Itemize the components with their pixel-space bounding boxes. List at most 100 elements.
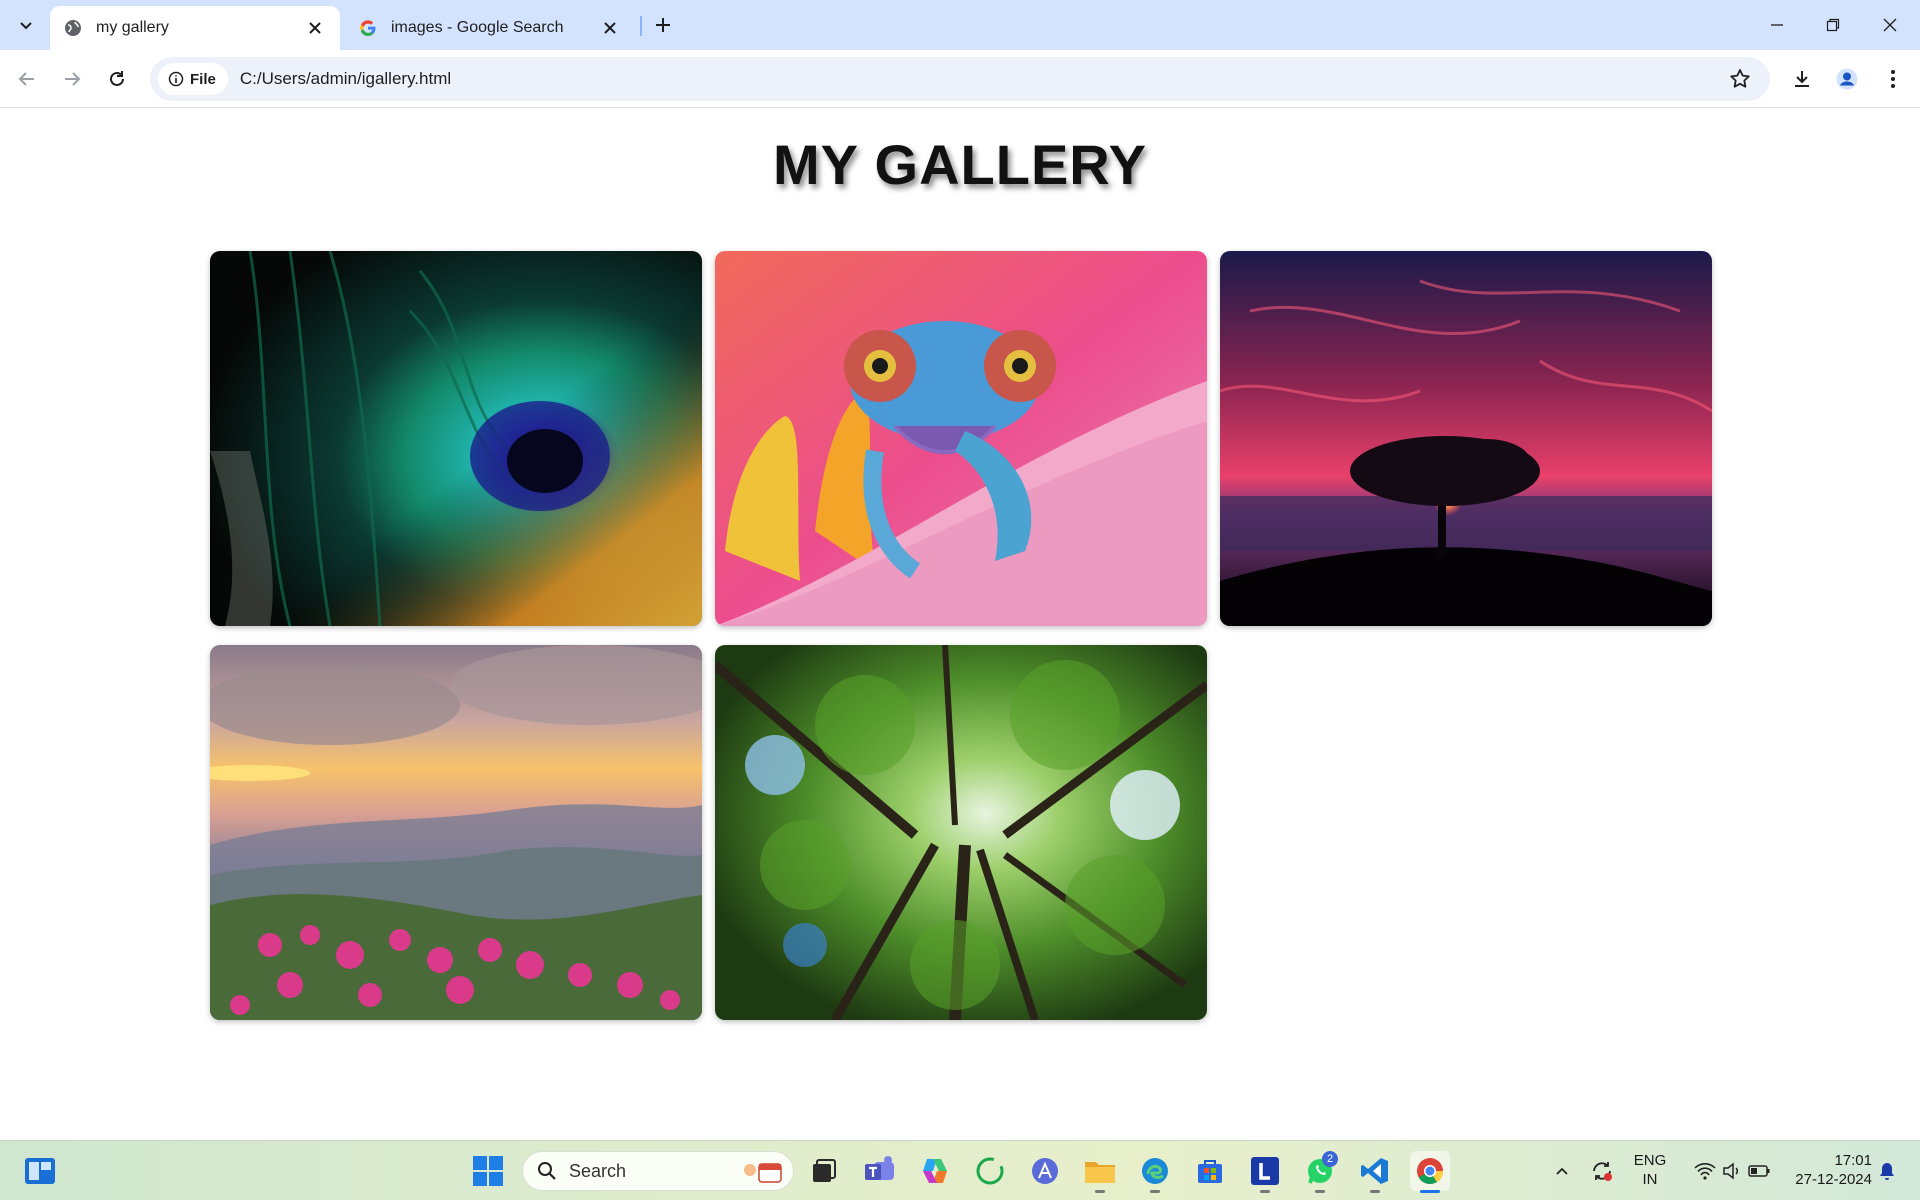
gallery-image-forest-canopy[interactable] xyxy=(715,645,1207,1020)
edge-button[interactable] xyxy=(1135,1151,1175,1193)
image-gallery xyxy=(210,251,1712,1020)
arrow-left-icon xyxy=(18,72,34,86)
task-view-icon xyxy=(813,1159,836,1182)
store-icon xyxy=(1198,1160,1222,1183)
task-view-button[interactable] xyxy=(804,1151,844,1191)
circle-app-icon xyxy=(976,1157,1004,1185)
tab-title: images - Google Search xyxy=(391,19,564,36)
edge-icon xyxy=(1142,1158,1168,1184)
page-content: MY GALLERY xyxy=(0,109,1920,1140)
whatsapp-button[interactable]: 2 xyxy=(1300,1151,1340,1193)
search-label: Search xyxy=(569,1160,627,1181)
close-window-button[interactable] xyxy=(1870,8,1910,42)
folder-icon xyxy=(1085,1162,1115,1183)
chrome-icon xyxy=(1417,1158,1444,1185)
profile-button[interactable] xyxy=(1832,64,1862,94)
reload-button[interactable] xyxy=(102,64,132,94)
start-button[interactable] xyxy=(468,1151,508,1191)
running-indicator xyxy=(1370,1190,1380,1193)
clock[interactable]: 17:01 27-12-2024 xyxy=(1782,1151,1872,1189)
sync-status-button[interactable] xyxy=(1582,1151,1622,1191)
language-label: ENG xyxy=(1633,1152,1667,1169)
vpn-app-button[interactable] xyxy=(1025,1151,1065,1191)
tab-close-button[interactable] xyxy=(304,17,326,39)
running-indicator xyxy=(1095,1190,1105,1193)
vscode-icon xyxy=(1361,1158,1388,1184)
forward-button[interactable] xyxy=(57,64,87,94)
globe-icon xyxy=(65,20,81,36)
chevron-up-icon xyxy=(1556,1167,1568,1175)
tab-search-button[interactable] xyxy=(12,11,40,39)
running-indicator xyxy=(1260,1190,1270,1193)
site-info-label: File xyxy=(190,70,216,88)
gallery-image-chameleon[interactable] xyxy=(715,251,1207,626)
show-hidden-icons-button[interactable] xyxy=(1542,1151,1582,1191)
notification-badge: 2 xyxy=(1322,1151,1338,1167)
address-bar[interactable]: File C:/Users/admin/igallery.html xyxy=(150,57,1770,101)
sync-icon xyxy=(1593,1162,1612,1181)
tab-close-button[interactable] xyxy=(599,17,621,39)
minimize-icon xyxy=(1771,24,1783,26)
google-g-icon xyxy=(360,20,376,36)
quick-settings-button[interactable] xyxy=(1682,1151,1782,1191)
browser-toolbar: File C:/Users/admin/igallery.html xyxy=(0,50,1920,108)
close-icon xyxy=(1883,18,1897,32)
new-tab-button[interactable] xyxy=(650,12,676,38)
tab-strip: my gallery images - Google Search xyxy=(0,0,1920,50)
back-button[interactable] xyxy=(12,64,42,94)
close-icon xyxy=(604,22,616,34)
minimize-button[interactable] xyxy=(1757,8,1797,42)
running-indicator xyxy=(1150,1190,1160,1193)
wifi-icon xyxy=(1694,1163,1716,1180)
gallery-image-peacock-feather[interactable] xyxy=(210,251,702,626)
input-language[interactable]: ENG IN xyxy=(1625,1151,1675,1189)
download-icon xyxy=(1795,71,1809,87)
widgets-icon xyxy=(25,1158,55,1184)
site-info-chip[interactable]: File xyxy=(158,63,228,95)
calendar-highlight-icon xyxy=(744,1163,782,1183)
url-text[interactable]: C:/Users/admin/igallery.html xyxy=(240,69,451,89)
plus-icon xyxy=(656,18,670,32)
notifications-button[interactable] xyxy=(1872,1151,1902,1191)
region-label: IN xyxy=(1642,1171,1658,1188)
windows-taskbar: Search 2 ENG IN 17:01 27-12-2024 xyxy=(0,1140,1920,1200)
vscode-button[interactable] xyxy=(1355,1151,1395,1193)
running-indicator xyxy=(1420,1190,1440,1193)
running-indicator xyxy=(1315,1190,1325,1193)
app-circle-button[interactable] xyxy=(970,1151,1010,1191)
restore-icon xyxy=(1826,18,1840,32)
clock-date: 27-12-2024 xyxy=(1795,1171,1872,1188)
close-icon xyxy=(309,22,321,34)
search-icon xyxy=(538,1162,556,1180)
avatar-icon xyxy=(1836,68,1858,90)
store-button[interactable] xyxy=(1190,1151,1230,1191)
more-vertical-icon xyxy=(1891,70,1895,88)
l-app-icon xyxy=(1251,1157,1279,1185)
tab-my-gallery[interactable]: my gallery xyxy=(50,6,340,50)
restore-button[interactable] xyxy=(1813,8,1853,42)
copilot-button[interactable] xyxy=(915,1151,955,1191)
file-explorer-button[interactable] xyxy=(1080,1151,1120,1193)
gallery-image-mountain-sunrise[interactable] xyxy=(210,645,702,1020)
downloads-button[interactable] xyxy=(1787,64,1817,94)
arrow-right-icon xyxy=(65,72,81,86)
tab-separator xyxy=(640,16,642,36)
copilot-icon xyxy=(923,1159,947,1183)
clock-time: 17:01 xyxy=(1834,1152,1872,1169)
volume-icon xyxy=(1723,1162,1739,1180)
battery-icon xyxy=(1748,1165,1770,1177)
triangle-app-icon xyxy=(1032,1158,1058,1184)
bookmark-star-icon[interactable] xyxy=(1728,67,1752,91)
gallery-image-tree-sunset[interactable] xyxy=(1220,251,1712,626)
tab-google-search[interactable]: images - Google Search xyxy=(345,6,635,50)
taskbar-search[interactable]: Search xyxy=(522,1151,794,1191)
teams-icon xyxy=(865,1156,894,1180)
chrome-button[interactable] xyxy=(1410,1151,1450,1193)
page-title: MY GALLERY xyxy=(772,133,1148,196)
l-app-button[interactable] xyxy=(1245,1151,1285,1193)
widgets-button[interactable] xyxy=(20,1151,60,1191)
bell-icon xyxy=(1880,1163,1894,1180)
reload-icon xyxy=(110,71,124,86)
teams-button[interactable] xyxy=(860,1151,900,1191)
menu-button[interactable] xyxy=(1878,64,1908,94)
